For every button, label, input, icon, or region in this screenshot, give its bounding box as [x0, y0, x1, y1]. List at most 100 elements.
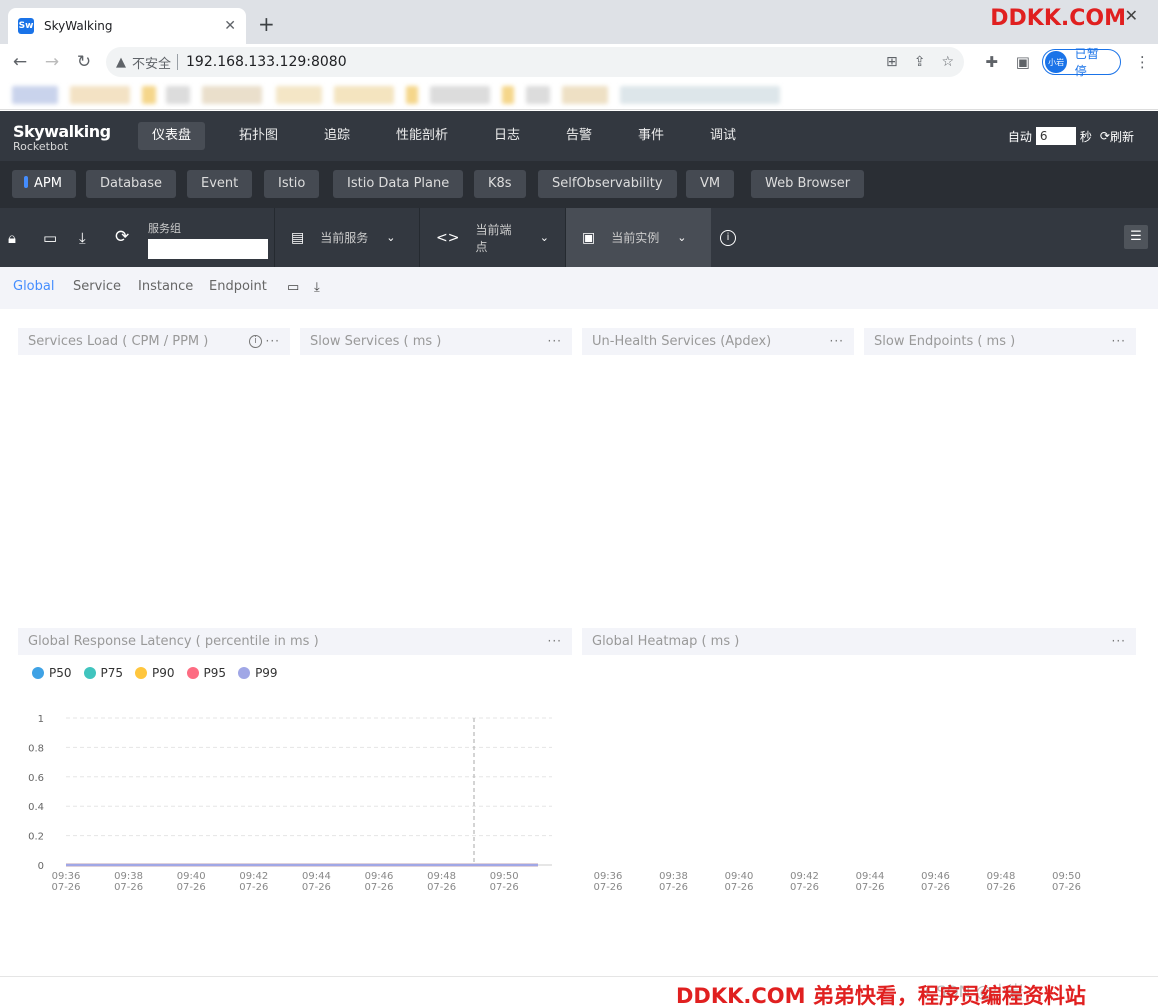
window-close-icon[interactable]: ✕ — [1125, 6, 1138, 25]
widget-global-latency: Global Response Latency ( percentile in … — [18, 628, 572, 655]
refresh-button[interactable]: 刷新 — [1110, 128, 1134, 145]
forward-arrow-icon[interactable]: → — [36, 52, 68, 72]
x-tick-date: 07-26 — [490, 882, 519, 893]
service-group-input[interactable] — [148, 239, 268, 259]
service-icon: ▤ — [291, 229, 305, 246]
indent-menu-icon[interactable]: ☰ — [1124, 225, 1148, 249]
x-tick-date: 07-26 — [302, 882, 331, 893]
layer-web-browser[interactable]: Web Browser — [751, 170, 865, 198]
new-tab-icon[interactable]: + — [258, 14, 275, 34]
active-indicator — [24, 176, 28, 188]
nav-debug[interactable]: 调试 — [696, 122, 750, 150]
current-service-label: 当前服务 — [320, 231, 369, 245]
more-icon[interactable]: ··· — [266, 328, 280, 355]
nav-topology[interactable]: 拓扑图 — [225, 122, 292, 150]
refresh-icon[interactable]: ⟳ — [1100, 129, 1110, 143]
tab-close-icon[interactable]: ✕ — [224, 18, 236, 34]
nav-log[interactable]: 日志 — [480, 122, 534, 150]
nav-profiling[interactable]: 性能剖析 — [382, 122, 462, 150]
bookmark-item[interactable] — [12, 86, 58, 104]
folder-icon[interactable]: ▭ — [287, 280, 299, 295]
auto-refresh: 自动 6 秒 ⟳ 刷新 — [1008, 127, 1134, 145]
chevron-down-icon: ⌄ — [386, 231, 396, 244]
current-endpoint-select[interactable]: <> 当前端点 ⌄ — [419, 208, 565, 267]
tab-endpoint[interactable]: Endpoint — [209, 279, 267, 294]
layer-vm[interactable]: VM — [686, 170, 735, 198]
info-icon[interactable]: i — [249, 335, 262, 348]
info-icon[interactable]: i — [720, 230, 736, 246]
sync-icon[interactable]: ⟳ — [115, 227, 129, 247]
nav-alarm[interactable]: 告警 — [552, 122, 606, 150]
x-tick-time: 09:46 — [921, 871, 950, 882]
more-icon[interactable]: ··· — [548, 628, 562, 655]
more-icon[interactable]: ··· — [1112, 628, 1126, 655]
current-instance-label: 当前实例 — [611, 231, 660, 245]
layer-k8s[interactable]: K8s — [474, 170, 526, 198]
service-group-label: 服务组 — [148, 222, 181, 235]
download-icon[interactable]: ⤓ — [79, 229, 86, 247]
auto-label: 自动 — [1007, 129, 1032, 144]
bookmark-star-icon[interactable]: ☆ — [941, 54, 954, 70]
bookmark-item[interactable] — [334, 86, 394, 104]
tab-global[interactable]: Global — [13, 279, 54, 294]
layer-selfobservability[interactable]: SelfObservability — [538, 170, 677, 198]
current-service-select[interactable]: ▤ 当前服务 ⌄ — [274, 208, 419, 267]
bookmark-item[interactable] — [526, 86, 550, 104]
x-tick-date: 07-26 — [239, 882, 268, 893]
layer-database[interactable]: Database — [86, 170, 177, 198]
more-icon[interactable]: ··· — [1112, 328, 1126, 355]
legend-item[interactable]: P90 — [135, 666, 175, 680]
bookmark-item[interactable] — [430, 86, 490, 104]
bookmark-item[interactable] — [276, 86, 322, 104]
endpoint-code-icon: <> — [436, 229, 460, 246]
more-icon[interactable]: ··· — [548, 328, 562, 355]
widget-title: Slow Endpoints ( ms ) — [874, 334, 1016, 349]
profile-avatar: 小岩 — [1045, 51, 1067, 73]
tab-service[interactable]: Service — [73, 279, 121, 294]
insecure-label[interactable]: 不安全 — [132, 53, 171, 72]
back-arrow-icon[interactable]: ← — [4, 52, 36, 72]
service-group: 服务组 — [148, 220, 268, 259]
legend-item[interactable]: P95 — [186, 666, 226, 680]
layer-event[interactable]: Event — [187, 170, 253, 198]
bookmark-item[interactable] — [620, 86, 780, 104]
bookmark-item[interactable] — [70, 86, 130, 104]
bookmark-item[interactable] — [166, 86, 190, 104]
more-icon[interactable]: ··· — [830, 328, 844, 355]
auto-interval-input[interactable]: 6 — [1035, 127, 1076, 145]
translate-icon[interactable]: ⊞ — [886, 54, 898, 70]
legend-item[interactable]: P99 — [238, 666, 278, 680]
bookmark-item[interactable] — [202, 86, 262, 104]
profile-button[interactable]: 小岩 已暂停 — [1042, 47, 1121, 78]
layer-istio[interactable]: Istio — [264, 170, 320, 198]
reload-icon[interactable]: ↻ — [68, 52, 100, 72]
widget-title: Global Response Latency ( percentile in … — [28, 634, 319, 649]
bookmark-item[interactable] — [406, 86, 418, 104]
nav-dashboard[interactable]: 仪表盘 — [138, 122, 206, 150]
layer-istio-data-plane[interactable]: Istio Data Plane — [333, 170, 464, 198]
bookmark-item[interactable] — [142, 86, 156, 104]
url-text[interactable]: 192.168.133.129:8080 — [186, 54, 870, 70]
folder-icon[interactable]: ▭ — [43, 229, 57, 247]
tab-instance[interactable]: Instance — [138, 279, 193, 294]
download-icon[interactable]: ⤓ — [314, 280, 320, 295]
legend-item[interactable]: P75 — [83, 666, 123, 680]
widget-title: Services Load ( CPM / PPM ) — [28, 334, 209, 349]
browser-tab[interactable]: Sw SkyWalking ✕ — [8, 8, 246, 44]
nav-trace[interactable]: 追踪 — [310, 122, 364, 150]
layer-apm[interactable]: APM — [12, 170, 76, 198]
bookmark-item[interactable] — [562, 86, 608, 104]
kebab-menu-icon[interactable]: ⋮ — [1127, 53, 1158, 71]
app-header: Skywalking Rocketbot 仪表盘 拓扑图 追踪 性能剖析 日志 … — [0, 111, 1158, 161]
skywalking-logo[interactable]: Skywalking Rocketbot — [13, 122, 111, 153]
legend-item[interactable]: P50 — [32, 666, 72, 680]
nav-event[interactable]: 事件 — [624, 122, 678, 150]
omnibox[interactable]: ▲ 不安全 192.168.133.129:8080 ⊞ ⇪ ☆ — [106, 47, 964, 77]
lock-icon[interactable]: 🔒︎ — [8, 229, 16, 247]
share-icon[interactable]: ⇪ — [914, 54, 926, 70]
bookmark-item[interactable] — [502, 86, 514, 104]
current-instance-select[interactable]: ▣ 当前实例 ⌄ — [565, 208, 711, 267]
extensions-puzzle-icon[interactable]: ✚ — [976, 53, 1007, 71]
x-tick-date: 07-26 — [51, 882, 80, 893]
side-panel-icon[interactable]: ▣ — [1007, 53, 1038, 71]
